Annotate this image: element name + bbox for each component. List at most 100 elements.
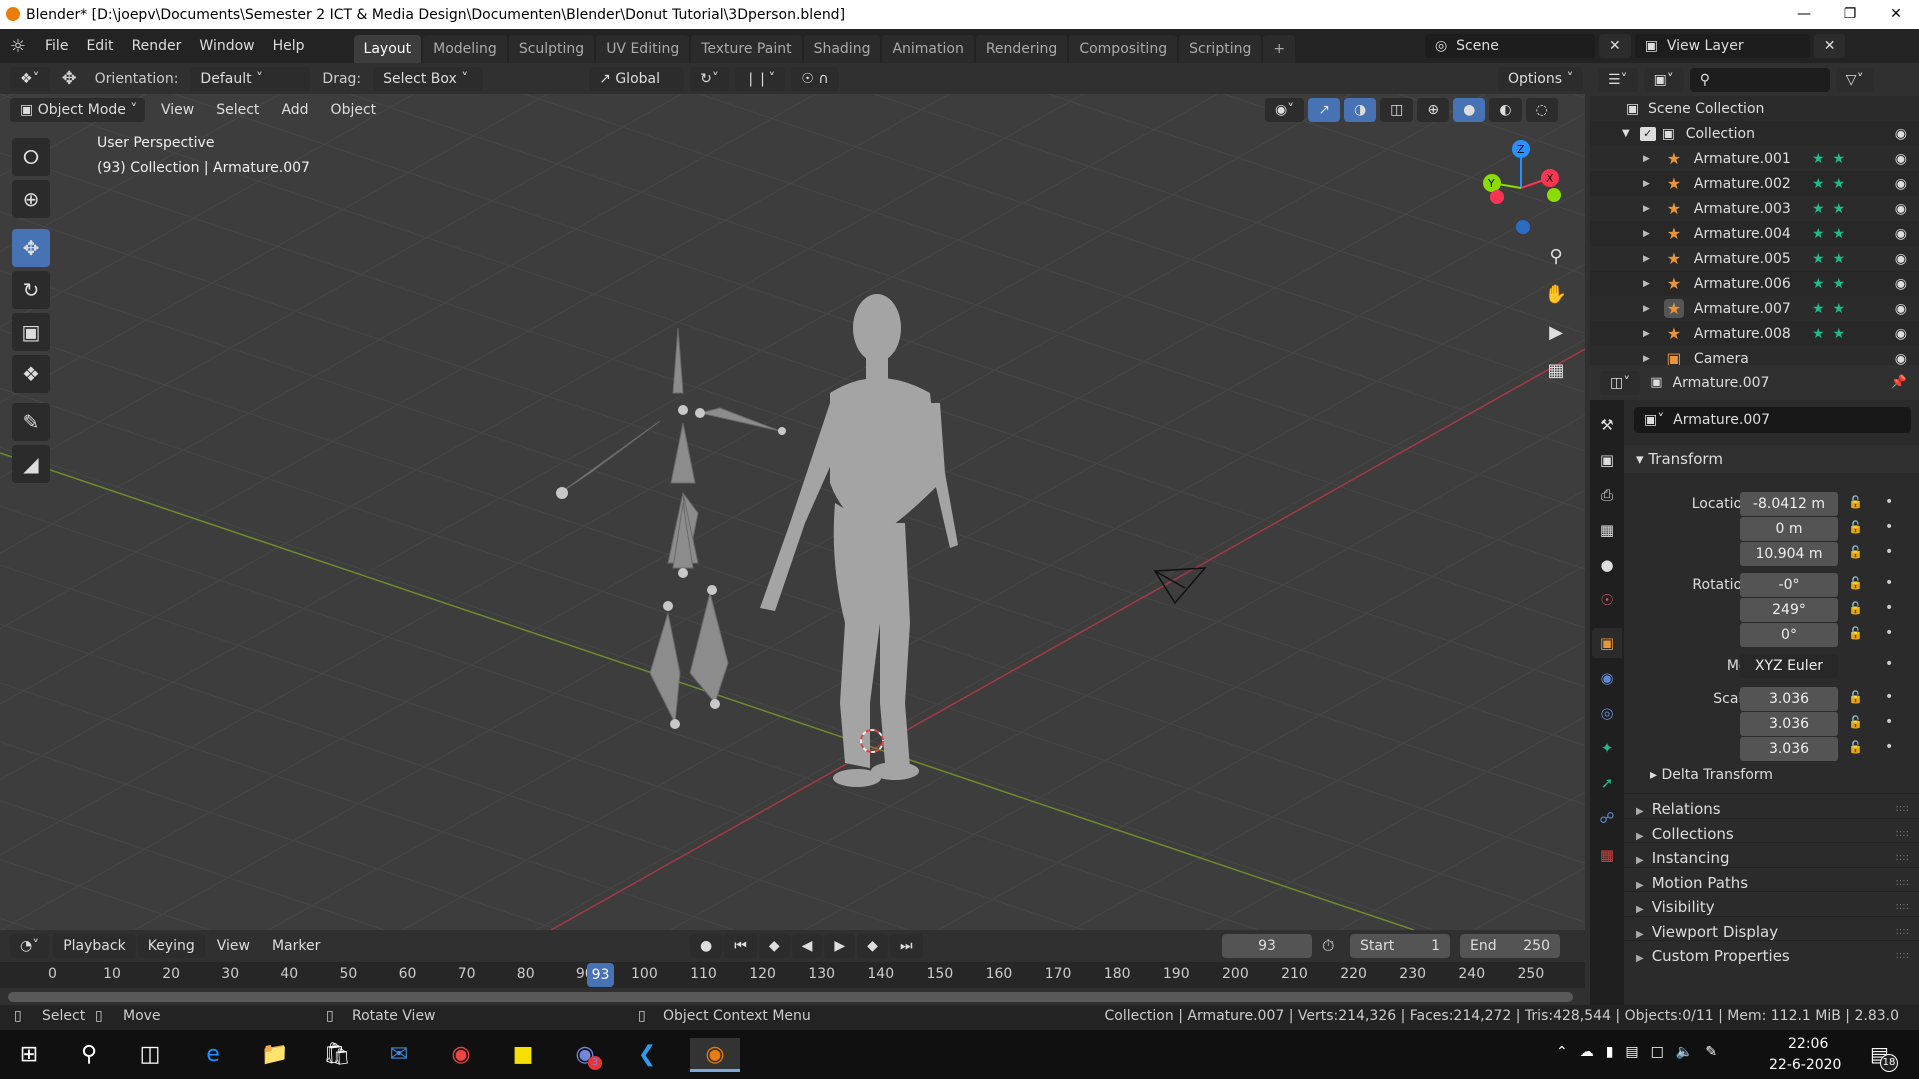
physics-tab-icon[interactable]: ◎: [1592, 698, 1622, 728]
pin-icon[interactable]: 📌: [1891, 375, 1907, 390]
keyframe-dot-icon[interactable]: •: [1885, 600, 1893, 616]
menu-help[interactable]: Help: [264, 38, 314, 54]
expand-arrow-icon[interactable]: ▼: [1622, 128, 1630, 139]
outliner-item[interactable]: ▶ ★ Armature.007 ★★ ◉: [1590, 296, 1919, 321]
value-field[interactable]: 3.036: [1740, 712, 1838, 736]
keyframe-dot-icon[interactable]: •: [1885, 544, 1893, 560]
menu-window[interactable]: Window: [190, 38, 263, 54]
output-tab-icon[interactable]: ⎙: [1592, 480, 1622, 510]
expand-arrow-icon[interactable]: ▶: [1643, 329, 1650, 339]
lock-icon[interactable]: 🔓: [1848, 576, 1863, 590]
next-keyframe-button[interactable]: ◆: [857, 934, 888, 958]
xray-toggle[interactable]: ◫: [1380, 97, 1414, 122]
timeline-menu-playback[interactable]: Playback: [53, 934, 136, 958]
value-field[interactable]: 10.904 m: [1740, 542, 1838, 566]
lock-icon[interactable]: 🔓: [1848, 690, 1863, 704]
scene-tab-icon[interactable]: ●: [1592, 550, 1622, 580]
keyframe-dot-icon[interactable]: •: [1885, 739, 1893, 755]
move-tool[interactable]: ✥: [12, 229, 50, 267]
eye-icon[interactable]: ◉: [1895, 301, 1907, 317]
eye-icon[interactable]: ◉: [1895, 126, 1907, 142]
eye-icon[interactable]: ◉: [1895, 251, 1907, 267]
pose-data-icons[interactable]: ★★: [1812, 151, 1853, 167]
view-layer-close-button[interactable]: ✕: [1813, 34, 1846, 58]
editor-type-button[interactable]: ◫˅: [1600, 370, 1641, 395]
tab-texture-paint[interactable]: Texture Paint: [691, 35, 802, 63]
viewport-canvas[interactable]: Z X Y: [0, 63, 1585, 930]
value-field[interactable]: 3.036: [1740, 687, 1838, 711]
tab-compositing[interactable]: Compositing: [1069, 35, 1178, 63]
maximize-button[interactable]: ❐: [1827, 0, 1873, 29]
lock-icon[interactable]: 🔓: [1848, 740, 1863, 754]
tab-layout[interactable]: Layout: [353, 35, 422, 63]
outliner-item[interactable]: ▶ ★ Armature.005 ★★ ◉: [1590, 246, 1919, 271]
view-layer-button[interactable]: ▣˅: [1643, 67, 1684, 92]
pose-data-icons[interactable]: ★★: [1812, 301, 1853, 317]
checkbox[interactable]: ✓: [1639, 126, 1656, 141]
proportional-editing-button[interactable]: ☉ ∩: [791, 66, 839, 91]
visibility-button[interactable]: ◉˅: [1265, 97, 1305, 122]
transform-tool[interactable]: ❖: [12, 355, 50, 393]
system-tray-icons[interactable]: ⌃☁▮▤□🔈✎: [1556, 1044, 1729, 1060]
value-field[interactable]: -8.0412 m: [1740, 492, 1838, 516]
edge-icon[interactable]: e: [196, 1038, 230, 1072]
lock-icon[interactable]: 🔓: [1848, 545, 1863, 559]
material-shading[interactable]: ◐: [1489, 97, 1522, 122]
wireframe-shading[interactable]: ⊕: [1417, 97, 1450, 122]
editor-type-button[interactable]: ◔˅: [10, 934, 50, 958]
start-button[interactable]: ⊞: [12, 1038, 46, 1072]
options-dropdown[interactable]: Options ˅: [1498, 66, 1584, 91]
timeline-menu-marker[interactable]: Marker: [262, 934, 330, 958]
display-mode-button[interactable]: ☰˅: [1598, 67, 1638, 92]
blender-taskbar-icon[interactable]: ◉: [690, 1038, 740, 1072]
cursor-tool[interactable]: ⊕: [12, 180, 50, 218]
eye-icon[interactable]: ◉: [1895, 226, 1907, 242]
expand-arrow-icon[interactable]: ▶: [1643, 204, 1650, 214]
scale-tool[interactable]: ▣: [12, 313, 50, 351]
eye-icon[interactable]: ◉: [1895, 326, 1907, 342]
end-frame-field[interactable]: End 250: [1460, 934, 1560, 958]
menu-add[interactable]: Add: [271, 98, 318, 122]
pose-data-icons[interactable]: ★★: [1812, 201, 1853, 217]
expand-arrow-icon[interactable]: ▶: [1643, 354, 1650, 364]
bone-tab-icon[interactable]: ➚: [1592, 768, 1622, 798]
snap-button[interactable]: ❘❘˅: [734, 66, 786, 91]
menu-view[interactable]: View: [151, 98, 204, 122]
vscode-icon[interactable]: ❮: [630, 1038, 664, 1072]
outliner-item[interactable]: ▶ ★ Armature.002 ★★ ◉: [1590, 171, 1919, 196]
constraint-tab-icon[interactable]: ☍: [1592, 803, 1622, 833]
scene-selector[interactable]: ◎ Scene: [1425, 34, 1595, 58]
tab-shading[interactable]: Shading: [803, 35, 881, 63]
start-frame-field[interactable]: Start 1: [1350, 934, 1450, 958]
view-layer-selector[interactable]: ▣ View Layer: [1634, 34, 1810, 58]
prev-keyframe-button[interactable]: ◆: [758, 934, 790, 958]
tab-scripting[interactable]: Scripting: [1179, 35, 1262, 63]
gizmo-toggle[interactable]: ↗: [1308, 97, 1340, 122]
ortho-grid-icon[interactable]: ▦: [1540, 355, 1572, 387]
timeline-menu-view[interactable]: View: [207, 934, 260, 958]
tool-tab-icon[interactable]: ⚒: [1592, 410, 1622, 440]
view-layer-tab-icon[interactable]: ▦: [1592, 515, 1622, 545]
tab-sculpting[interactable]: Sculpting: [508, 35, 595, 63]
add-workspace-button[interactable]: +: [1263, 35, 1296, 63]
outliner-item[interactable]: ▶ ★ Armature.004 ★★ ◉: [1590, 221, 1919, 246]
keyframe-dot-icon[interactable]: •: [1885, 625, 1893, 641]
armature-data-tab-icon[interactable]: ✦: [1592, 733, 1622, 763]
minimize-button[interactable]: —: [1781, 0, 1827, 29]
pose-data-icons[interactable]: ★★: [1812, 226, 1853, 242]
select-box-tool[interactable]: ⭘: [12, 138, 50, 176]
rotation-mode-dropdown[interactable]: XYZ Euler: [1740, 654, 1838, 678]
filter-button[interactable]: ▽˅: [1835, 67, 1874, 92]
menu-edit[interactable]: Edit: [77, 38, 122, 54]
keyframe-dot-icon[interactable]: •: [1885, 689, 1893, 705]
jump-end-button[interactable]: ⏭: [889, 934, 923, 958]
close-button[interactable]: ✕: [1873, 0, 1919, 29]
lock-icon[interactable]: 🔓: [1848, 626, 1863, 640]
keyframe-dot-icon[interactable]: •: [1885, 519, 1893, 535]
overlay-toggle[interactable]: ◑: [1343, 97, 1377, 122]
world-tab-icon[interactable]: ☉: [1592, 585, 1622, 615]
outliner-item[interactable]: ▶ ★ Armature.006 ★★ ◉: [1590, 271, 1919, 296]
timeline-menu-keying[interactable]: Keying: [137, 934, 205, 958]
sticky-notes-icon[interactable]: ■: [506, 1038, 540, 1072]
lock-icon[interactable]: 🔓: [1848, 495, 1863, 509]
